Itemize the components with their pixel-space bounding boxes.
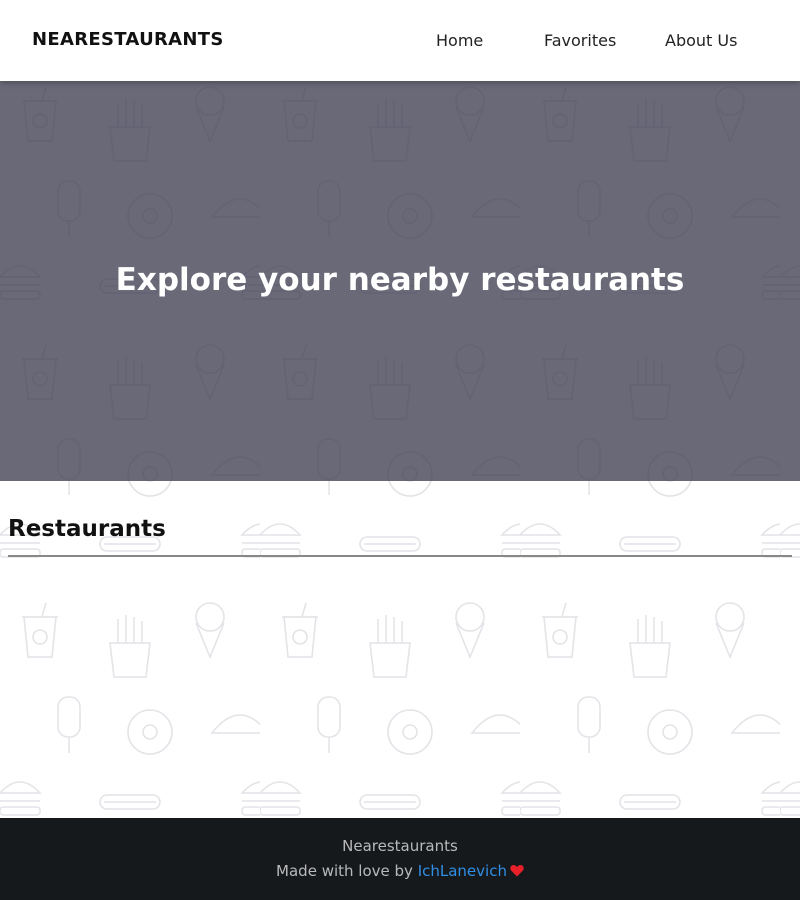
author-link[interactable]: IchLanevich — [418, 862, 507, 880]
footer-credit-prefix: Made with love by — [276, 862, 418, 880]
hero-banner: Explore your nearby restaurants — [0, 81, 800, 481]
section-title: Restaurants — [8, 516, 166, 542]
footer: Nearestaurants Made with love by IchLane… — [0, 818, 800, 900]
nav-link-favorites[interactable]: Favorites — [544, 31, 616, 50]
navbar: NEARESTAURANTS Home Favorites About Us — [0, 0, 800, 81]
heart-icon — [510, 863, 524, 877]
footer-credit: Made with love by IchLanevich — [0, 862, 800, 880]
nav-link-about-us[interactable]: About Us — [665, 31, 737, 50]
nav-link-home[interactable]: Home — [436, 31, 483, 50]
brand-logo[interactable]: NEARESTAURANTS — [32, 29, 224, 50]
hero-title: Explore your nearby restaurants — [115, 262, 685, 298]
footer-brand: Nearestaurants — [342, 837, 458, 855]
section-divider — [8, 555, 792, 557]
